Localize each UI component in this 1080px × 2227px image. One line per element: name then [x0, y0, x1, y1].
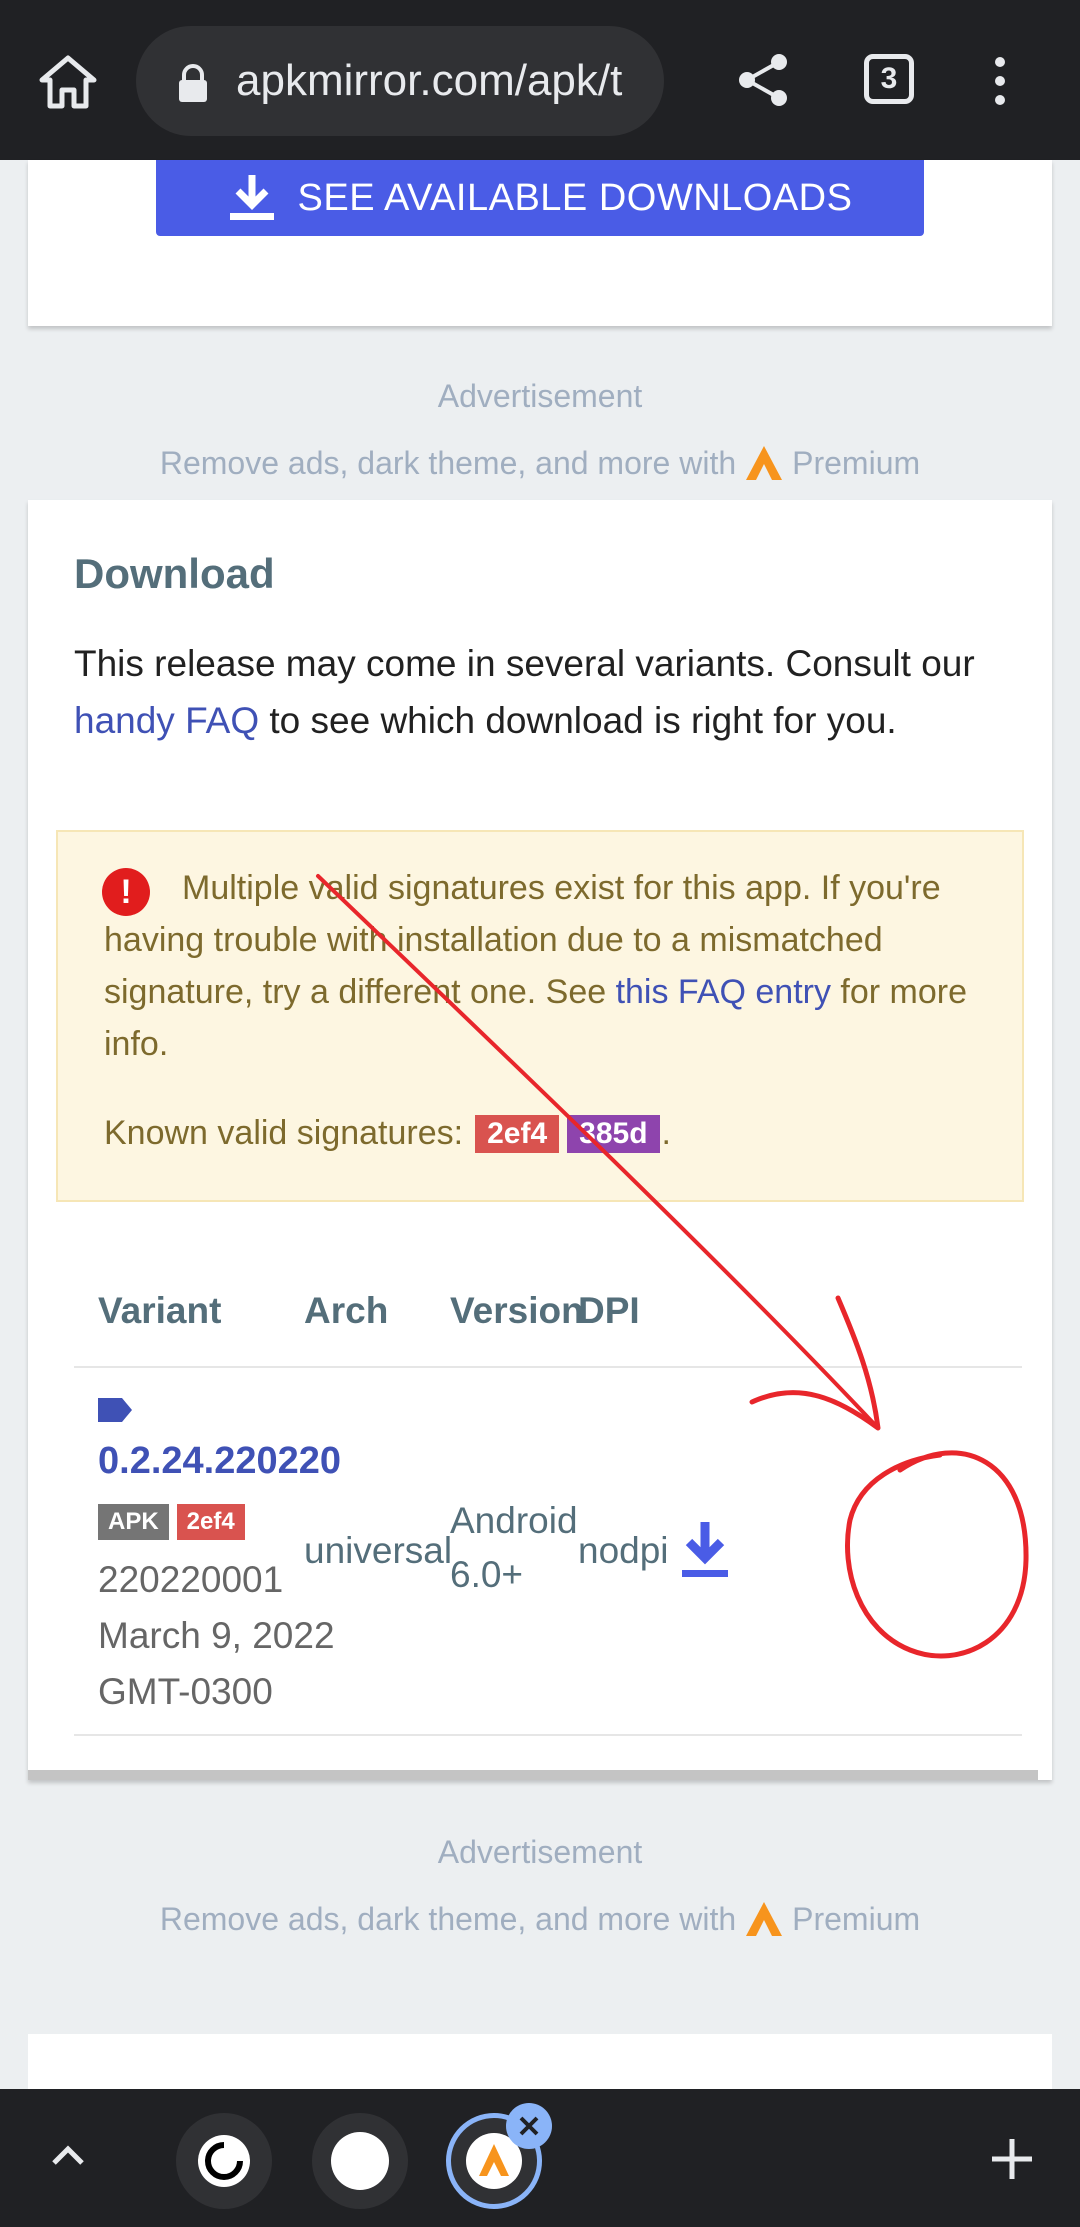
tab-strip: [0, 2089, 1080, 2227]
version-value: Android 6.0+: [450, 1494, 578, 1602]
column-header-arch: Arch: [304, 1290, 389, 1331]
apkmirror-logo-icon: [746, 1902, 783, 1936]
chevron-up-icon[interactable]: [46, 2133, 90, 2177]
version-code: 220220001: [98, 1559, 284, 1600]
signature-warning: ! Multiple valid signatures exist for th…: [56, 830, 1024, 1202]
tab-thumbnail[interactable]: [176, 2113, 272, 2209]
variant-badges: APK 2ef4: [98, 1504, 245, 1540]
remove-ads-text: Remove ads, dark theme, and more with: [159, 444, 737, 481]
variant-meta: 220220001 March 9, 2022 GMT-0300: [98, 1552, 335, 1720]
download-description: This release may come in several variant…: [74, 635, 1004, 749]
upload-date: March 9, 2022: [98, 1615, 335, 1656]
tag-icon: [98, 1398, 132, 1422]
table-row: 0.2.24.220220 APK 2ef4 220220001 March 9…: [74, 1370, 1022, 1736]
remove-ads-link[interactable]: Remove ads, dark theme, and more with Pr…: [0, 444, 1080, 482]
apkmirror-logo-icon: [746, 446, 783, 480]
warning-text: Multiple valid signatures exist for this…: [104, 862, 1004, 1070]
share-icon[interactable]: [735, 52, 791, 108]
see-available-downloads-button[interactable]: SEE AVAILABLE DOWNLOADS: [156, 160, 924, 236]
known-signatures: Known valid signatures: 2ef4 385d .: [104, 1114, 671, 1153]
variants-table-header: Variant Arch Version DPI: [74, 1290, 1022, 1368]
download-icon[interactable]: [678, 1520, 732, 1582]
signature-badge: 2ef4: [176, 1504, 245, 1540]
tab-switcher-button[interactable]: 3: [864, 54, 914, 104]
apk-badge: APK: [98, 1504, 169, 1540]
download-icon: [229, 175, 274, 220]
column-header-variant: Variant: [98, 1290, 222, 1331]
desc-text: This release may come in several variant…: [74, 643, 975, 684]
faq-entry-link[interactable]: this FAQ entry: [616, 973, 831, 1011]
url-text: apkmirror.com/apk/t: [236, 56, 623, 105]
home-icon[interactable]: [38, 54, 98, 110]
column-header-version: Version: [450, 1290, 584, 1331]
premium-text: Premium: [792, 444, 921, 481]
next-card: [28, 2034, 1052, 2094]
downloads-card: SEE AVAILABLE DOWNLOADS: [28, 160, 1052, 326]
tab-thumbnail[interactable]: [312, 2113, 408, 2209]
close-icon: [519, 2116, 539, 2136]
signatures-label: Known valid signatures:: [104, 1114, 464, 1152]
arch-value: universal: [304, 1530, 453, 1571]
close-tab-button[interactable]: [506, 2103, 552, 2149]
variant-link[interactable]: 0.2.24.220220: [98, 1440, 341, 1483]
download-card: Download This release may come in severa…: [28, 500, 1052, 1780]
signatures-end: .: [661, 1114, 671, 1152]
download-heading: Download: [74, 550, 275, 597]
desc-text-end: to see which download is right for you.: [259, 700, 897, 741]
refresh-tab-icon: [198, 2135, 250, 2187]
column-header-dpi: DPI: [578, 1290, 640, 1331]
button-label: SEE AVAILABLE DOWNLOADS: [297, 176, 853, 219]
remove-ads-link[interactable]: Remove ads, dark theme, and more with Pr…: [0, 1900, 1080, 1938]
browser-toolbar: apkmirror.com/apk/t 3: [0, 0, 1080, 160]
handy-faq-link[interactable]: handy FAQ: [74, 700, 259, 741]
address-bar[interactable]: apkmirror.com/apk/t: [136, 26, 664, 136]
ad-label: Advertisement: [437, 1834, 643, 1870]
blank-tab-icon: [331, 2132, 389, 2190]
more-menu-icon[interactable]: [990, 56, 1010, 106]
premium-text: Premium: [792, 1900, 921, 1937]
version-line: Android: [450, 1500, 578, 1541]
signature-badge[interactable]: 2ef4: [475, 1114, 560, 1153]
signature-badge[interactable]: 385d: [567, 1114, 660, 1153]
card-divider: [28, 1770, 1038, 1780]
new-tab-icon[interactable]: [988, 2135, 1036, 2183]
timezone: GMT-0300: [98, 1671, 273, 1712]
dpi-value: nodpi: [578, 1530, 669, 1571]
ad-label: Advertisement: [437, 378, 643, 414]
remove-ads-text: Remove ads, dark theme, and more with: [159, 1900, 737, 1937]
version-line: 6.0+: [450, 1554, 524, 1595]
lock-icon: [179, 64, 207, 102]
